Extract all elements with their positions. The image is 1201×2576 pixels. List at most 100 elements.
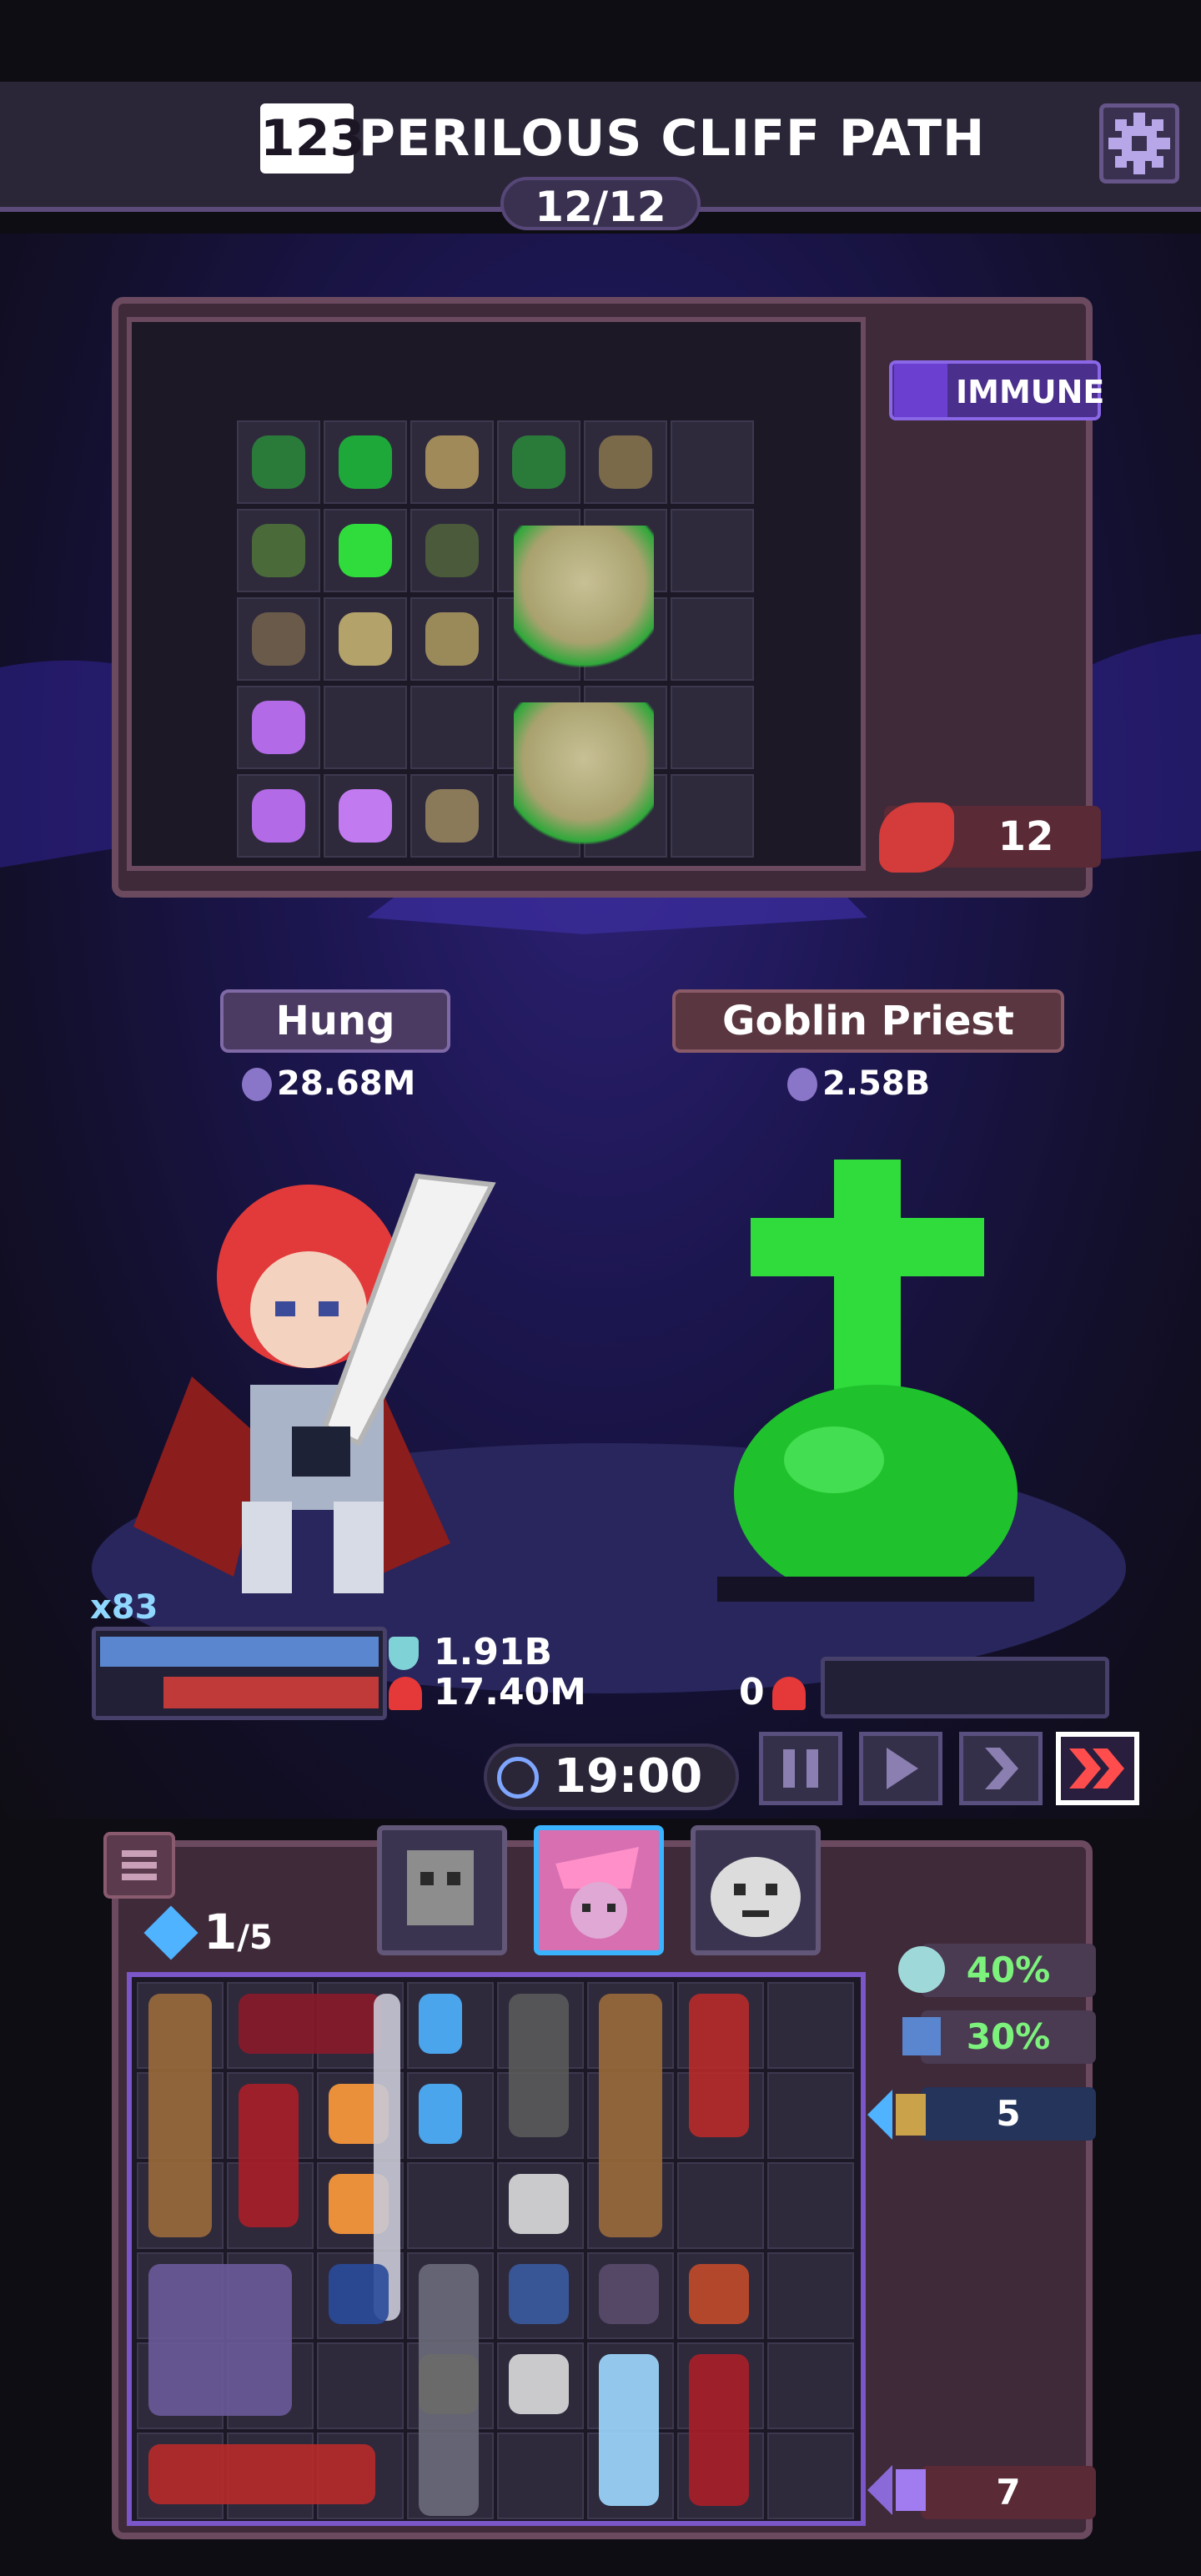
heart-icon (772, 1677, 806, 1710)
menu-button[interactable] (103, 1832, 175, 1899)
player-item-shield[interactable] (599, 2354, 659, 2506)
player-item-axe[interactable] (509, 1994, 569, 2137)
enemy-backpack-grid (127, 317, 866, 871)
backpack-slot[interactable] (497, 2433, 584, 2519)
settings-button[interactable] (1099, 103, 1179, 184)
armor-icon (902, 2017, 941, 2055)
player-item-glove[interactable] (419, 2084, 462, 2144)
player-backpack-grid (127, 1972, 866, 2526)
backpack-slot[interactable] (767, 2252, 854, 2339)
fastest-speed-button[interactable] (1056, 1732, 1139, 1805)
heart-icon (389, 1677, 422, 1710)
clock-icon (497, 1757, 539, 1799)
enemy-item-sack (425, 789, 479, 843)
player-item-hat[interactable] (239, 1994, 382, 2054)
knight-portrait-icon (407, 1850, 474, 1925)
player-item-glove[interactable] (419, 1994, 462, 2054)
enemy-name-plate: Goblin Priest (672, 989, 1064, 1053)
enemy-item-ring (425, 524, 479, 577)
chevron-right-icon (985, 1748, 1018, 1789)
player-item-gauntlet[interactable] (509, 2354, 569, 2414)
witch-portrait-icon (555, 1847, 639, 1939)
wave-progress: 12/12 (500, 177, 701, 231)
enemy-item-flower (425, 612, 479, 666)
backpack-slot (324, 686, 407, 769)
player-item-ring[interactable] (689, 2264, 749, 2324)
pause-button[interactable] (759, 1732, 842, 1805)
list-icon (122, 1850, 157, 1880)
player-item-candle[interactable] (329, 2264, 389, 2324)
enemy-item-flower (339, 789, 392, 843)
hero-armor-value: 1.91B (434, 1631, 553, 1673)
backpack-slot[interactable] (767, 1982, 854, 2069)
play-button[interactable] (859, 1732, 942, 1805)
enemy-item-staff (599, 435, 652, 489)
rage-icon (879, 802, 954, 873)
immune-label: IMMUNE (956, 374, 1105, 410)
backpack-slot (671, 774, 754, 858)
gem-count: 1/5 (204, 1902, 273, 1968)
enemy-item-skull (514, 702, 654, 844)
play-icon (887, 1748, 918, 1789)
stage-title: PERILOUS CLIFF PATH (359, 109, 986, 168)
backpack-slot[interactable] (767, 2162, 854, 2249)
enemy-item-ring (425, 435, 479, 489)
backpack-slot[interactable] (317, 2342, 404, 2429)
gem-current: 1 (204, 1904, 238, 1960)
backpack-slot[interactable] (407, 2162, 494, 2249)
backpack-slot[interactable] (767, 2342, 854, 2429)
player-item-spellbook[interactable] (148, 2264, 292, 2416)
sword-icon (787, 1068, 817, 1101)
player-item-gauntlet[interactable] (509, 2174, 569, 2234)
enemy-power-value: 2.58B (822, 1064, 931, 1103)
enemy-item-green-pouch (339, 435, 392, 489)
hero-hp-bar (163, 1677, 379, 1708)
hero-multiplier: x83 (90, 1588, 158, 1627)
player-item-red-potion[interactable] (239, 2084, 299, 2227)
player-item-orb[interactable] (599, 2264, 659, 2324)
tab-knight[interactable] (377, 1825, 507, 1955)
hero-power-value: 28.68M (277, 1064, 416, 1103)
enemy-hp-value: 0 (739, 1671, 765, 1713)
enemy-item-skull (252, 701, 305, 754)
hero-shield-bar (100, 1637, 379, 1667)
arrow-burst-icon (867, 2090, 926, 2140)
player-item-broom[interactable] (599, 1994, 662, 2237)
player-item-broom[interactable] (148, 1994, 212, 2237)
enemy-count-stat: 7 (921, 2466, 1096, 2519)
enemy-hp-bar (821, 1657, 1109, 1718)
tab-witch[interactable] (534, 1825, 664, 1955)
backpack-slot[interactable] (677, 2162, 764, 2249)
backpack-slot (410, 686, 494, 769)
enemy-item-staff (252, 524, 305, 577)
gem-max: /5 (237, 1919, 273, 1957)
enemy-counter-value: 12 (997, 813, 1054, 860)
enemy-grave-sprite (717, 1160, 1034, 1602)
player-item-red-potion[interactable] (689, 2354, 749, 2506)
player-item-banner[interactable] (689, 1994, 749, 2137)
enemy-item-dagger (252, 435, 305, 489)
double-chevron-icon (1069, 1748, 1124, 1789)
ghost-portrait-icon (711, 1857, 801, 1937)
hero-hp-value: 17.40M (434, 1671, 586, 1713)
gear-icon (1108, 113, 1170, 174)
player-item-candle[interactable] (509, 2264, 569, 2324)
tab-ghost[interactable] (691, 1825, 821, 1955)
player-item-banner[interactable] (148, 2444, 375, 2504)
invader-icon (867, 2465, 926, 2515)
hero-power: 28.68M (242, 1063, 415, 1104)
backpack-slot (671, 509, 754, 592)
enemy-item-staff (252, 612, 305, 666)
backpack-slot[interactable] (767, 2072, 854, 2159)
enemy-item-skull (339, 524, 392, 577)
level-badge: 123 (260, 103, 364, 174)
backpack-slot (671, 686, 754, 769)
shield-icon (389, 1637, 419, 1670)
enemy-item-dagger (512, 435, 565, 489)
fast-forward-button[interactable] (959, 1732, 1043, 1805)
attack-count-stat: 5 (921, 2087, 1096, 2141)
player-item-helmet[interactable] (419, 2354, 479, 2414)
pause-icon (783, 1749, 818, 1788)
backpack-slot (671, 420, 754, 504)
backpack-slot[interactable] (767, 2433, 854, 2519)
